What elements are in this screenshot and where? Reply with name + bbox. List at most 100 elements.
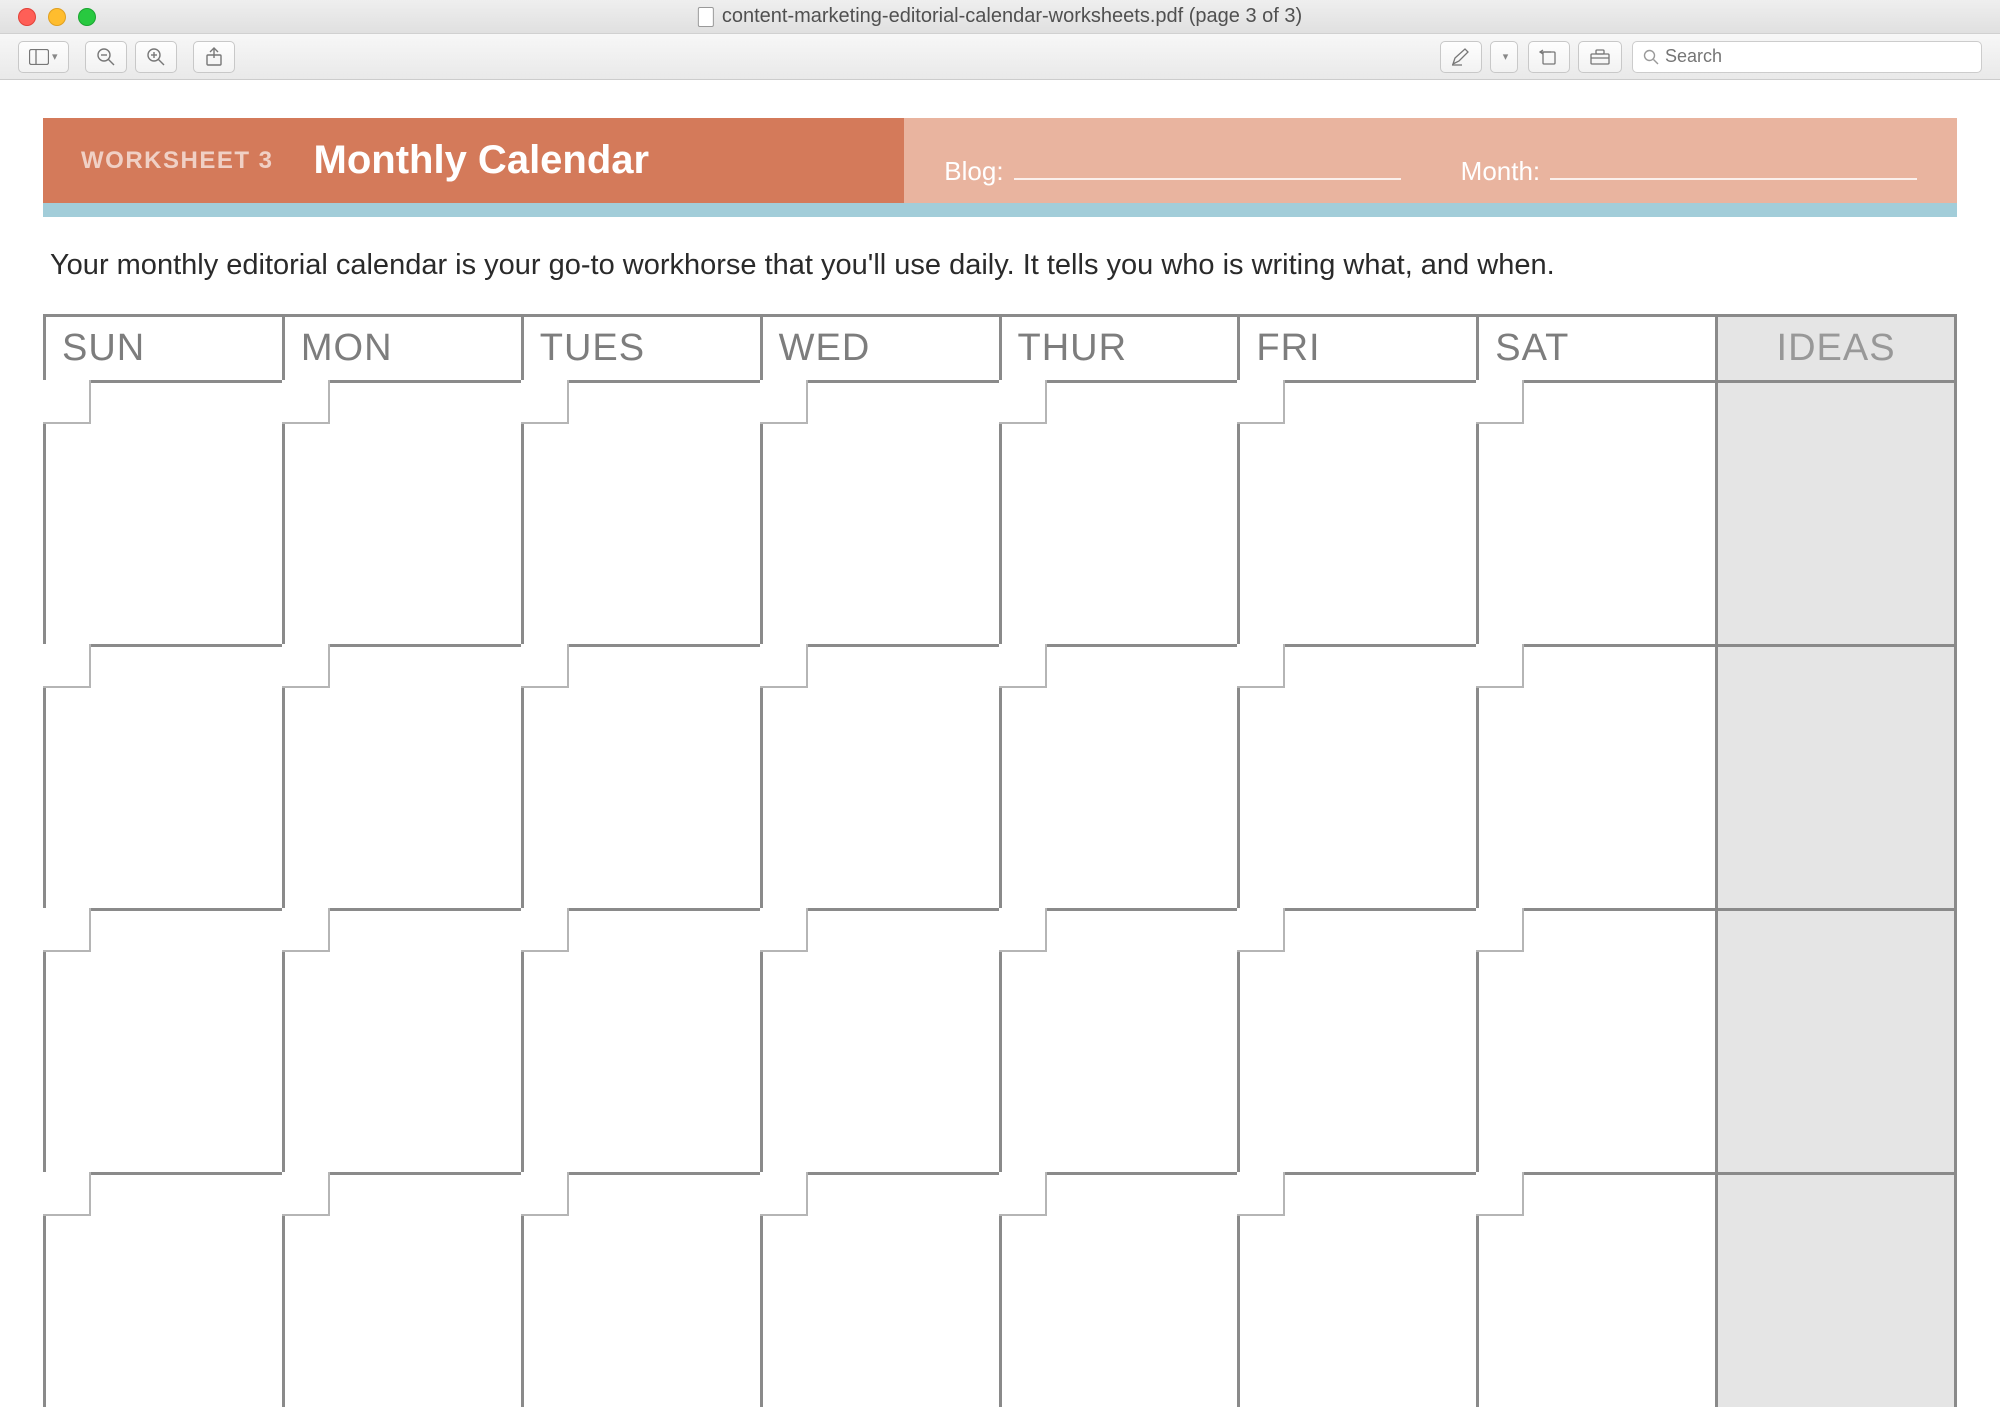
- month-field: Month:: [1461, 156, 1917, 187]
- calendar-row: [46, 647, 1954, 911]
- search-icon: [1643, 49, 1659, 65]
- calendar-cell: [46, 647, 285, 908]
- calendar-cell: [1479, 647, 1718, 908]
- calendar-cell: [46, 1175, 285, 1407]
- calendar-cell: [1002, 911, 1241, 1172]
- banner-fields-section: Blog: Month:: [904, 118, 1957, 203]
- calendar-cell: [285, 383, 524, 644]
- calendar-cell: [763, 1175, 1002, 1407]
- document-header-banner: WORKSHEET 3 Monthly Calendar Blog: Month…: [43, 118, 1957, 203]
- document-viewport[interactable]: WORKSHEET 3 Monthly Calendar Blog: Month…: [0, 80, 2000, 1407]
- chevron-down-icon: ▾: [1503, 50, 1509, 63]
- date-number-box: [1237, 380, 1285, 424]
- zoom-out-button[interactable]: [85, 41, 127, 73]
- day-header-fri: FRI: [1240, 317, 1479, 380]
- ideas-cell: [1718, 1175, 1954, 1407]
- calendar-cell: [763, 647, 1002, 908]
- calendar-cell: [1479, 911, 1718, 1172]
- blog-label: Blog:: [944, 156, 1003, 187]
- date-number-box: [999, 908, 1047, 952]
- day-header-mon: MON: [285, 317, 524, 380]
- date-number-box: [760, 644, 808, 688]
- ideas-cell: [1718, 647, 1954, 908]
- day-header-thur: THUR: [1002, 317, 1241, 380]
- day-header-sat: SAT: [1479, 317, 1718, 380]
- calendar-row: [46, 383, 1954, 647]
- calendar-body: [46, 383, 1954, 1407]
- date-number-box: [999, 1172, 1047, 1216]
- calendar-cell: [524, 911, 763, 1172]
- date-number-box: [1476, 644, 1524, 688]
- day-header-sun: SUN: [46, 317, 285, 380]
- calendar-cell: [524, 647, 763, 908]
- search-input[interactable]: [1665, 46, 1971, 67]
- calendar-cell: [46, 383, 285, 644]
- highlight-button[interactable]: [1440, 41, 1482, 73]
- date-number-box: [282, 644, 330, 688]
- calendar-cell: [763, 383, 1002, 644]
- window-titlebar: content-marketing-editorial-calendar-wor…: [0, 0, 2000, 34]
- minimize-window-button[interactable]: [48, 8, 66, 26]
- close-window-button[interactable]: [18, 8, 36, 26]
- worksheet-label: WORKSHEET 3: [81, 147, 274, 175]
- traffic-lights: [0, 8, 96, 26]
- banner-title-section: WORKSHEET 3 Monthly Calendar: [43, 118, 904, 203]
- sidebar-toggle-button[interactable]: ▾: [18, 41, 69, 73]
- month-label: Month:: [1461, 156, 1541, 187]
- calendar-row: [46, 911, 1954, 1175]
- document-title: Monthly Calendar: [314, 138, 650, 183]
- sidebar-icon: [29, 49, 49, 65]
- window-title-text: content-marketing-editorial-calendar-wor…: [722, 5, 1302, 28]
- toolbox-icon: [1589, 48, 1611, 66]
- calendar-cell: [1479, 383, 1718, 644]
- markup-button[interactable]: [1578, 41, 1622, 73]
- rotate-button[interactable]: [1528, 41, 1570, 73]
- date-number-box: [999, 644, 1047, 688]
- date-number-box: [1237, 908, 1285, 952]
- date-number-box: [1237, 1172, 1285, 1216]
- calendar-cell: [1240, 1175, 1479, 1407]
- pen-icon: [1451, 48, 1471, 66]
- date-number-box: [1476, 380, 1524, 424]
- date-number-box: [1476, 1172, 1524, 1216]
- date-number-box: [760, 908, 808, 952]
- calendar-cell: [763, 911, 1002, 1172]
- share-button[interactable]: [193, 41, 235, 73]
- share-icon: [205, 47, 223, 67]
- ideas-cell: [1718, 911, 1954, 1172]
- calendar-cell: [1002, 383, 1241, 644]
- calendar-header-row: SUN MON TUES WED THUR FRI SAT IDEAS: [46, 317, 1954, 383]
- calendar-cell: [524, 1175, 763, 1407]
- calendar-cell: [285, 911, 524, 1172]
- date-number-box: [521, 380, 569, 424]
- day-header-tues: TUES: [524, 317, 763, 380]
- intro-text: Your monthly editorial calendar is your …: [50, 245, 1950, 286]
- day-header-wed: WED: [763, 317, 1002, 380]
- calendar-cell: [285, 647, 524, 908]
- calendar-cell: [1240, 383, 1479, 644]
- window-title: content-marketing-editorial-calendar-wor…: [698, 5, 1302, 28]
- calendar-cell: [1479, 1175, 1718, 1407]
- calendar-cell: [285, 1175, 524, 1407]
- date-number-box: [521, 1172, 569, 1216]
- zoom-out-icon: [96, 47, 116, 67]
- rotate-icon: [1539, 48, 1559, 66]
- date-number-box: [521, 908, 569, 952]
- calendar-cell: [1240, 647, 1479, 908]
- calendar-cell: [1240, 911, 1479, 1172]
- highlight-dropdown-button[interactable]: ▾: [1490, 41, 1518, 73]
- date-number-box: [43, 1172, 91, 1216]
- date-number-box: [282, 1172, 330, 1216]
- calendar-grid: SUN MON TUES WED THUR FRI SAT IDEAS: [43, 314, 1957, 1407]
- zoom-in-button[interactable]: [135, 41, 177, 73]
- date-number-box: [43, 644, 91, 688]
- search-field[interactable]: [1632, 41, 1982, 73]
- fullscreen-window-button[interactable]: [78, 8, 96, 26]
- date-number-box: [760, 380, 808, 424]
- month-underline: [1550, 178, 1917, 180]
- pdf-page: WORKSHEET 3 Monthly Calendar Blog: Month…: [0, 80, 2000, 1407]
- date-number-box: [1237, 644, 1285, 688]
- date-number-box: [43, 908, 91, 952]
- date-number-box: [43, 380, 91, 424]
- calendar-cell: [1002, 647, 1241, 908]
